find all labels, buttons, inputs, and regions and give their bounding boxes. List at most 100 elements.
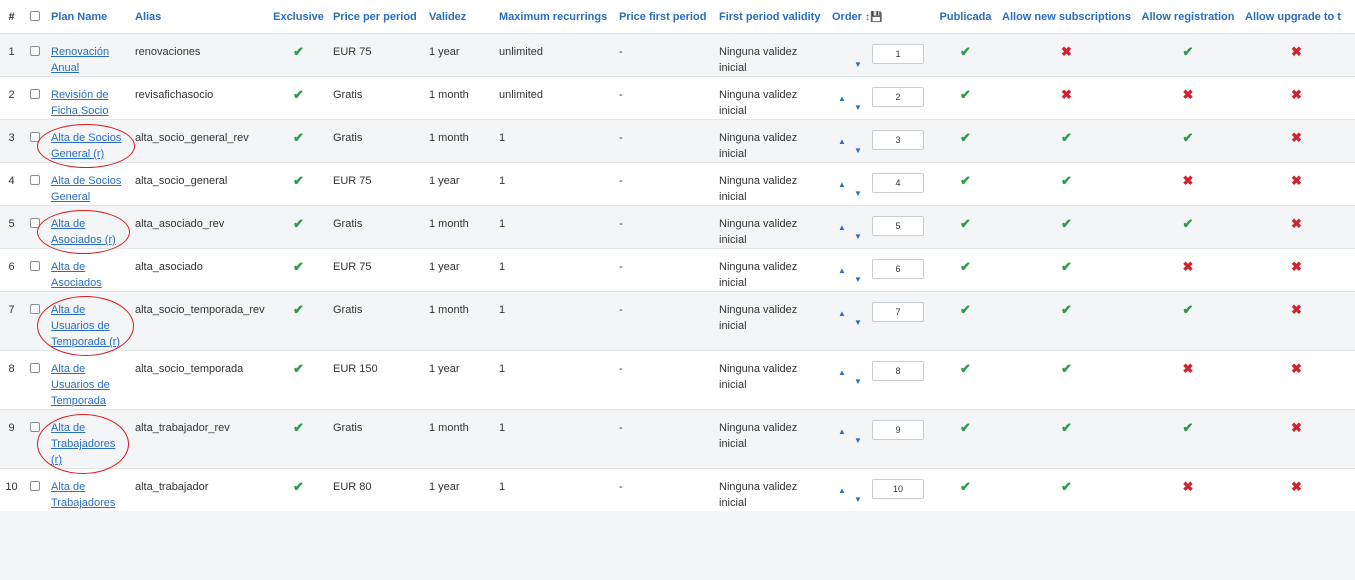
move-up-icon[interactable]: ▲ xyxy=(838,424,846,440)
move-up-icon[interactable]: ▲ xyxy=(838,263,846,279)
column-header-price-first[interactable]: Price first period xyxy=(615,0,715,34)
check-icon[interactable]: ✔ xyxy=(1061,173,1072,188)
move-down-icon[interactable]: ▼ xyxy=(854,374,862,390)
column-header-first-validity[interactable]: First period validity xyxy=(715,0,828,34)
check-icon[interactable]: ✔ xyxy=(1061,420,1072,435)
column-header-exclusive[interactable]: Exclusive xyxy=(268,0,329,34)
move-down-icon[interactable]: ▼ xyxy=(854,100,862,116)
order-input[interactable] xyxy=(872,173,924,193)
plan-name-link[interactable]: Alta de Asociados (r) xyxy=(51,218,116,246)
move-down-icon[interactable]: ▼ xyxy=(854,315,862,331)
row-checkbox[interactable] xyxy=(30,89,40,99)
column-header-publicada[interactable]: Publicada xyxy=(933,0,998,34)
move-up-icon[interactable]: ▲ xyxy=(838,134,846,150)
cross-icon[interactable]: ✖ xyxy=(1291,361,1302,376)
select-all-checkbox[interactable] xyxy=(23,0,47,34)
cross-icon[interactable]: ✖ xyxy=(1291,302,1302,317)
plan-name-link[interactable]: Alta de Asociados xyxy=(51,261,102,289)
cross-icon[interactable]: ✖ xyxy=(1291,259,1302,274)
cross-icon[interactable]: ✖ xyxy=(1183,259,1194,274)
move-up-icon[interactable]: ▲ xyxy=(838,177,846,193)
cross-icon[interactable]: ✖ xyxy=(1291,130,1302,145)
move-down-icon[interactable]: ▼ xyxy=(854,143,862,159)
order-input[interactable] xyxy=(872,302,924,322)
move-up-icon[interactable]: ▲ xyxy=(838,306,846,322)
plan-name-link[interactable]: Renovación Anual xyxy=(51,46,109,74)
order-input[interactable] xyxy=(872,420,924,440)
move-up-icon[interactable]: ▲ xyxy=(838,365,846,381)
order-label[interactable]: Order xyxy=(832,11,862,23)
row-checkbox[interactable] xyxy=(30,363,40,373)
order-input[interactable] xyxy=(872,361,924,381)
check-icon[interactable]: ✔ xyxy=(1183,302,1194,317)
column-header-allow-upgrade[interactable]: Allow upgrade to t xyxy=(1241,0,1355,34)
check-icon[interactable]: ✔ xyxy=(1061,361,1072,376)
plan-name-link[interactable]: Alta de Socios General (r) xyxy=(51,132,121,160)
column-header-order[interactable]: Order ↕💾 xyxy=(828,0,933,34)
check-icon[interactable]: ✔ xyxy=(1061,216,1072,231)
check-icon[interactable]: ✔ xyxy=(1061,479,1072,494)
cross-icon[interactable]: ✖ xyxy=(1183,361,1194,376)
column-header-max-recurrings[interactable]: Maximum recurrings xyxy=(495,0,615,34)
column-header-plan-name[interactable]: Plan Name xyxy=(47,0,131,34)
row-checkbox[interactable] xyxy=(30,132,40,142)
row-checkbox[interactable] xyxy=(30,304,40,314)
move-up-icon[interactable]: ▲ xyxy=(838,91,846,107)
check-icon[interactable]: ✔ xyxy=(1183,130,1194,145)
order-input[interactable] xyxy=(872,479,924,499)
plan-name-link[interactable]: Alta de Trabajadores (r) xyxy=(51,422,115,466)
move-down-icon[interactable]: ▼ xyxy=(854,229,862,245)
move-down-icon[interactable]: ▼ xyxy=(854,186,862,202)
plan-name-link[interactable]: Alta de Usuarios de Temporada xyxy=(51,363,110,407)
move-down-icon[interactable]: ▼ xyxy=(854,433,862,449)
check-icon[interactable]: ✔ xyxy=(960,130,971,145)
order-input[interactable] xyxy=(872,216,924,236)
row-checkbox[interactable] xyxy=(30,218,40,228)
cross-icon[interactable]: ✖ xyxy=(1291,87,1302,102)
order-input[interactable] xyxy=(872,87,924,107)
move-down-icon[interactable]: ▼ xyxy=(854,272,862,288)
move-down-icon[interactable]: ▼ xyxy=(854,57,862,73)
check-icon[interactable]: ✔ xyxy=(1061,130,1072,145)
column-header-allow-registration[interactable]: Allow registration xyxy=(1135,0,1241,34)
plan-name-link[interactable]: Alta de Socios General xyxy=(51,175,121,203)
plan-name-link[interactable]: Alta de Usuarios de Temporada (r) xyxy=(51,304,120,348)
check-icon[interactable]: ✔ xyxy=(960,87,971,102)
check-icon[interactable]: ✔ xyxy=(1183,44,1194,59)
cross-icon[interactable]: ✖ xyxy=(1291,173,1302,188)
cross-icon[interactable]: ✖ xyxy=(1291,44,1302,59)
order-input[interactable] xyxy=(872,259,924,279)
order-input[interactable] xyxy=(872,130,924,150)
move-up-icon[interactable]: ▲ xyxy=(838,220,846,236)
check-icon[interactable]: ✔ xyxy=(960,420,971,435)
check-icon[interactable]: ✔ xyxy=(1061,259,1072,274)
row-checkbox[interactable] xyxy=(30,481,40,491)
row-checkbox[interactable] xyxy=(30,261,40,271)
check-icon[interactable]: ✔ xyxy=(960,216,971,231)
cross-icon[interactable]: ✖ xyxy=(1061,44,1072,59)
column-header-alias[interactable]: Alias xyxy=(131,0,268,34)
move-down-icon[interactable]: ▼ xyxy=(854,492,862,508)
cross-icon[interactable]: ✖ xyxy=(1061,87,1072,102)
check-icon[interactable]: ✔ xyxy=(960,361,971,376)
cross-icon[interactable]: ✖ xyxy=(1291,216,1302,231)
check-icon[interactable]: ✔ xyxy=(1183,420,1194,435)
cross-icon[interactable]: ✖ xyxy=(1291,479,1302,494)
cross-icon[interactable]: ✖ xyxy=(1183,479,1194,494)
check-icon[interactable]: ✔ xyxy=(960,44,971,59)
column-header-allow-new[interactable]: Allow new subscriptions xyxy=(998,0,1135,34)
sort-save-icon[interactable]: ↕💾 xyxy=(865,12,882,23)
order-input[interactable] xyxy=(872,44,924,64)
check-icon[interactable]: ✔ xyxy=(1061,302,1072,317)
check-icon[interactable]: ✔ xyxy=(960,259,971,274)
cross-icon[interactable]: ✖ xyxy=(1183,173,1194,188)
checkbox-box[interactable] xyxy=(30,11,40,21)
row-checkbox[interactable] xyxy=(30,175,40,185)
check-icon[interactable]: ✔ xyxy=(960,173,971,188)
cross-icon[interactable]: ✖ xyxy=(1183,87,1194,102)
cross-icon[interactable]: ✖ xyxy=(1291,420,1302,435)
row-checkbox[interactable] xyxy=(30,422,40,432)
plan-name-link[interactable]: Revisión de Ficha Socio xyxy=(51,89,108,117)
column-header-price[interactable]: Price per period xyxy=(329,0,425,34)
column-header-validez[interactable]: Validez xyxy=(425,0,495,34)
